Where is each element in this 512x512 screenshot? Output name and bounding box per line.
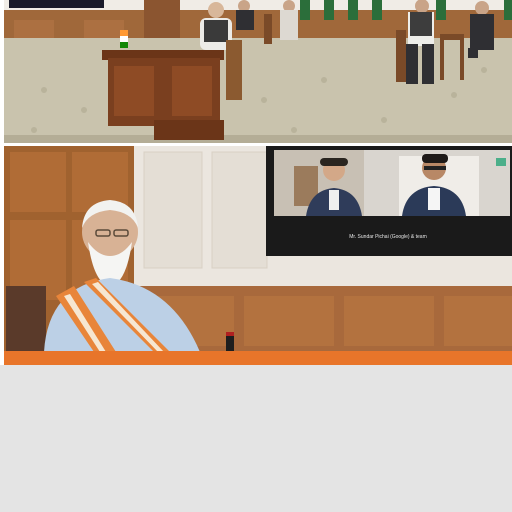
- meeting-hall-image: [4, 0, 512, 143]
- accent-bar: [4, 351, 512, 365]
- top-photo: [4, 0, 512, 143]
- tv-caption: Mr. Sundar Pichai (Google) & team: [349, 234, 427, 240]
- footer-area: [0, 365, 512, 512]
- video-call-image: [4, 146, 512, 352]
- bottom-photo: [4, 146, 512, 352]
